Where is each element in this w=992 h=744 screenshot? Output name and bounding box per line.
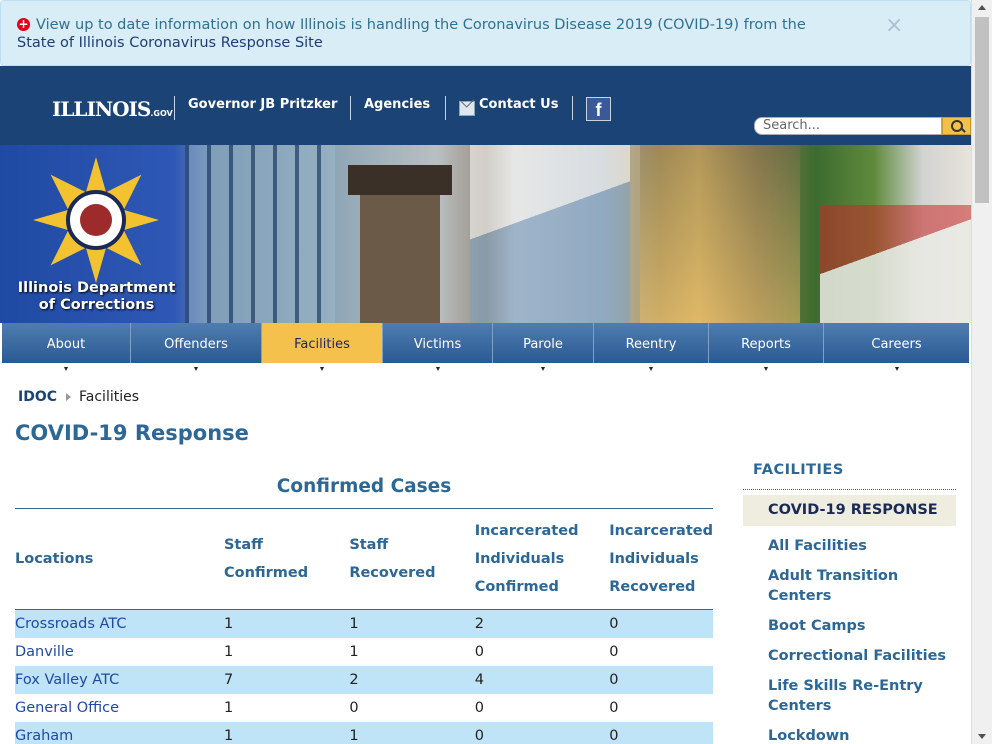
header-banner-image: Illinois Department of Corrections — [0, 145, 971, 323]
cell-staff-confirmed: 1 — [223, 721, 350, 744]
sidebar-item-correctional-facilities[interactable]: Correctional Facilities — [743, 646, 956, 666]
cell-location: Crossroads ATC — [15, 609, 224, 638]
facilities-sidebar: FACILITIES COVID-19 RESPONSE All Facilit… — [743, 462, 956, 744]
table-row: Graham 1 1 0 0 — [15, 721, 713, 744]
header-divider — [350, 96, 351, 120]
cell-staff-confirmed: 1 — [223, 699, 234, 716]
cell-staff-recovered: 0 — [349, 699, 359, 716]
cell-location: Danville — [15, 643, 74, 660]
sidebar-item-boot-camps[interactable]: Boot Camps — [743, 616, 956, 636]
mail-icon — [459, 101, 475, 116]
scrollbar-thumb[interactable] — [975, 17, 989, 203]
plus-circle-icon: + — [17, 17, 30, 31]
guard-tower-photo — [348, 165, 452, 323]
contact-us-link[interactable]: Contact Us — [479, 97, 558, 112]
table-row: Danville 1 1 0 0 — [15, 638, 713, 666]
agencies-link[interactable]: Agencies — [364, 97, 430, 112]
cell-staff-recovered: 2 — [349, 665, 475, 694]
inmates-line-photo — [470, 145, 630, 323]
coronavirus-response-site-link[interactable]: State of Illinois Coronavirus Response S… — [17, 35, 323, 51]
sandbag-crew-photo — [820, 205, 971, 323]
breadcrumb: IDOC Facilities — [18, 389, 139, 405]
cell-incarcerated-confirmed: 0 — [474, 699, 484, 716]
cell-incarcerated-recovered: 0 — [609, 721, 713, 744]
tab-parole[interactable]: Parole — [493, 323, 594, 371]
confirmed-cases-table: Locations Staff Confirmed Staff Recovered … — [15, 508, 713, 744]
cell-staff-recovered: 1 — [349, 609, 475, 638]
header-staff-recovered: Staff Recovered — [349, 508, 475, 610]
table-row: Crossroads ATC 1 1 2 0 — [15, 609, 713, 638]
tab-about[interactable]: About — [2, 323, 131, 371]
cell-bars-photo — [185, 145, 335, 323]
corridor-photo — [640, 145, 800, 323]
cell-staff-recovered: 1 — [349, 643, 359, 660]
header-divider — [174, 96, 175, 120]
cell-location: Graham — [15, 721, 224, 744]
illinois-gov-logo[interactable]: ILLINOIS.GOV — [52, 97, 173, 121]
tab-reports[interactable]: Reports — [709, 323, 824, 371]
sidebar-item-lockdown[interactable]: Lockdown — [743, 726, 956, 744]
cell-location: General Office — [15, 699, 120, 716]
tab-facilities[interactable]: Facilities — [262, 323, 383, 371]
cell-location: Fox Valley ATC — [15, 665, 224, 694]
covid-alert-banner: + View up to date information on how Ill… — [0, 0, 971, 66]
scroll-down-icon[interactable] — [978, 734, 986, 739]
tab-victims[interactable]: Victims — [383, 323, 493, 371]
cell-incarcerated-confirmed: 0 — [474, 643, 484, 660]
close-icon[interactable]: × — [885, 14, 903, 38]
department-seal-center — [80, 204, 112, 236]
cell-staff-confirmed: 1 — [223, 643, 234, 660]
site-header: ILLINOIS.GOV Governor JB Pritzker Agenci… — [0, 66, 971, 145]
main-navigation: About Offenders Facilities Victims Parol… — [2, 323, 969, 371]
breadcrumb-home-link[interactable]: IDOC — [18, 389, 57, 405]
header-incarcerated-recovered: Incarcerated Individuals Recovered — [609, 508, 713, 610]
cell-incarcerated-recovered: 0 — [609, 609, 713, 638]
page-title: COVID-19 Response — [15, 421, 249, 445]
governor-link[interactable]: Governor JB Pritzker — [188, 97, 337, 112]
sidebar-item-adult-transition-centers[interactable]: Adult Transition Centers — [743, 566, 956, 606]
breadcrumb-current: Facilities — [79, 389, 140, 405]
cell-incarcerated-confirmed: 4 — [474, 665, 610, 694]
cell-staff-recovered: 1 — [349, 721, 475, 744]
sidebar-item-life-skills-reentry-centers[interactable]: Life Skills Re-Entry Centers — [743, 676, 956, 716]
cell-incarcerated-confirmed: 0 — [474, 721, 610, 744]
facebook-icon[interactable]: f — [586, 97, 611, 121]
header-divider — [445, 96, 446, 120]
page-scrollbar[interactable] — [971, 0, 992, 744]
cell-staff-confirmed: 1 — [223, 609, 350, 638]
header-divider — [572, 96, 573, 120]
table-title: Confirmed Cases — [276, 476, 452, 497]
tab-careers[interactable]: Careers — [824, 323, 969, 371]
sidebar-item-all-facilities[interactable]: All Facilities — [743, 536, 956, 556]
department-name: Illinois Department of Corrections — [17, 280, 176, 313]
table-row: Fox Valley ATC 7 2 4 0 — [15, 665, 713, 694]
cell-incarcerated-recovered: 0 — [609, 699, 619, 716]
sidebar-title: FACILITIES — [743, 462, 956, 490]
sidebar-item-covid-19-response[interactable]: COVID-19 RESPONSE — [743, 495, 956, 526]
tab-offenders[interactable]: Offenders — [131, 323, 262, 371]
search-button[interactable] — [942, 117, 971, 135]
cell-incarcerated-recovered: 0 — [609, 665, 713, 694]
cell-staff-confirmed: 7 — [223, 665, 350, 694]
tab-reentry[interactable]: Reentry — [594, 323, 709, 371]
search-input[interactable]: Search... — [754, 117, 942, 135]
cell-incarcerated-confirmed: 2 — [474, 609, 610, 638]
header-incarcerated-confirmed: Incarcerated Individuals Confirmed — [474, 508, 610, 610]
table-header-row: Locations Staff Confirmed Staff Recovered … — [15, 508, 713, 610]
breadcrumb-arrow-icon — [66, 392, 72, 401]
cell-incarcerated-recovered: 0 — [609, 643, 619, 660]
alert-message: View up to date information on how Illin… — [36, 17, 806, 33]
scroll-up-icon[interactable] — [978, 5, 986, 10]
table-row: General Office 1 0 0 0 — [15, 694, 713, 722]
header-locations: Locations — [15, 508, 224, 610]
header-staff-confirmed: Staff Confirmed — [223, 508, 350, 610]
